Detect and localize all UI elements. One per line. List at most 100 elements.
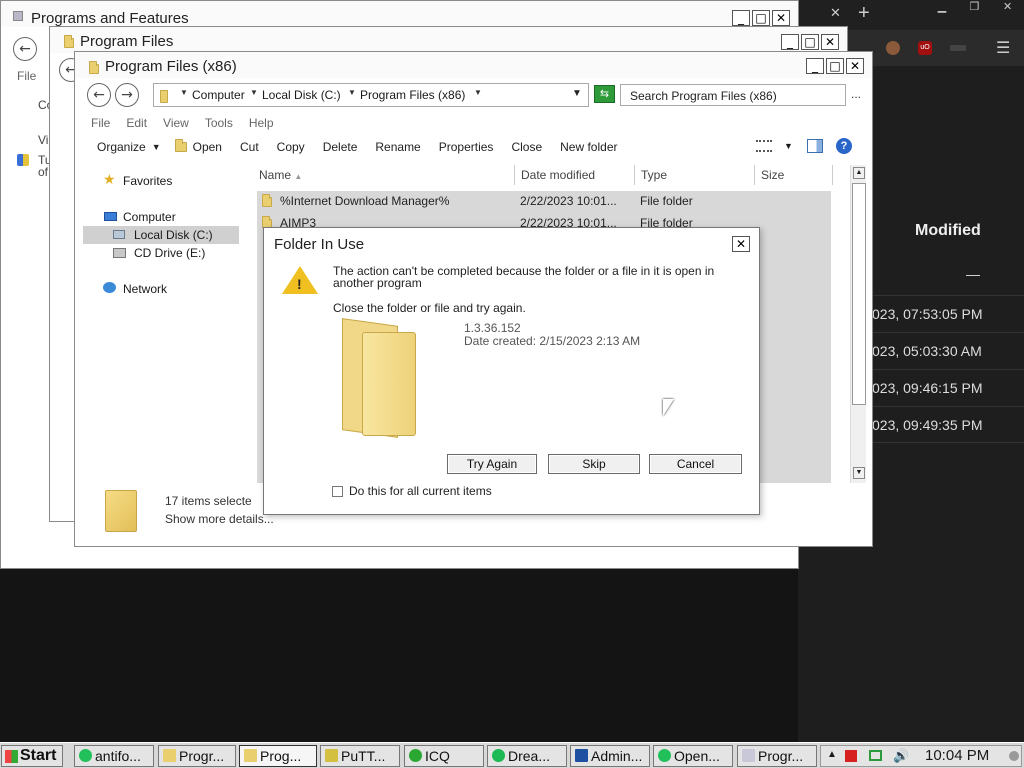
dialog-close-button[interactable]: ✕: [732, 236, 750, 252]
copy-button[interactable]: Copy: [277, 140, 305, 154]
maximize-button[interactable]: □: [752, 10, 770, 26]
column-header-size[interactable]: Size: [755, 165, 833, 185]
more-options-icon[interactable]: ...: [851, 87, 861, 101]
breadcrumb-chevron-icon[interactable]: ▼: [474, 88, 482, 97]
properties-button[interactable]: Properties: [439, 140, 494, 154]
taskbar-item-programs[interactable]: Progr...: [158, 745, 236, 767]
taskbar-item-spotify[interactable]: Drea...: [487, 745, 567, 767]
show-desktop-icon[interactable]: [1009, 751, 1019, 761]
delete-button[interactable]: Delete: [323, 140, 358, 154]
column-header-modified[interactable]: Modified: [915, 222, 981, 240]
preview-pane-icon[interactable]: [807, 139, 823, 153]
breadcrumb-chevron-icon[interactable]: ▼: [250, 88, 258, 97]
close-icon[interactable]: ✕: [1003, 0, 1012, 16]
table-row[interactable]: AIMP3 2/22/2023 10:01... File folder: [256, 212, 830, 228]
taskbar-item-putty[interactable]: PuTT...: [320, 745, 400, 767]
taskbar-item-program-files[interactable]: Prog...: [239, 745, 317, 767]
column-header-name[interactable]: Name ▲: [253, 165, 515, 185]
maximize-button[interactable]: □: [826, 58, 844, 74]
nav-local-disk[interactable]: Local Disk (C:): [83, 226, 239, 244]
column-header-type[interactable]: Type: [635, 165, 755, 185]
maximize-icon[interactable]: ❐: [970, 0, 980, 16]
open-folder-icon: [174, 139, 187, 152]
taskbar-item-antifo[interactable]: antifo...: [74, 745, 154, 767]
organize-dropdown-icon[interactable]: ▼: [152, 142, 161, 152]
help-icon[interactable]: ?: [836, 138, 852, 154]
menu-file[interactable]: File: [91, 116, 110, 130]
scroll-thumb[interactable]: [852, 183, 866, 405]
vertical-scrollbar[interactable]: ▲ ▼: [850, 165, 866, 483]
scroll-up-icon[interactable]: ▲: [853, 167, 865, 179]
network-tray-icon[interactable]: [869, 750, 882, 761]
folder-icon: [262, 194, 272, 207]
breadcrumb-chevron-icon[interactable]: ▼: [180, 88, 188, 97]
volume-icon[interactable]: 🔊: [893, 749, 909, 764]
close-tab-icon[interactable]: ✕: [830, 6, 841, 21]
status-more-details[interactable]: Show more details...: [165, 512, 274, 526]
breadcrumb-local-disk[interactable]: Local Disk (C:): [262, 88, 341, 102]
open-button[interactable]: Open: [193, 140, 222, 154]
menu-view[interactable]: View: [163, 116, 189, 130]
menu-help[interactable]: Help: [249, 116, 274, 130]
forward-icon[interactable]: →: [115, 83, 139, 107]
refresh-icon[interactable]: ⇆: [594, 85, 615, 103]
breadcrumb-program-files-x86[interactable]: Program Files (x86): [360, 88, 465, 102]
view-dropdown-icon[interactable]: ▼: [784, 141, 793, 151]
close-button[interactable]: ✕: [846, 58, 864, 74]
ublock-icon[interactable]: uO: [918, 41, 932, 55]
nav-computer[interactable]: Computer: [123, 210, 176, 224]
action-center-flag-icon[interactable]: [845, 750, 857, 762]
view-options-icon[interactable]: [756, 140, 772, 152]
tray-area: ▲ 🔊 10:04 PM: [820, 745, 1022, 767]
maximize-button[interactable]: □: [801, 34, 819, 50]
close-button[interactable]: ✕: [821, 34, 839, 50]
extension-icon[interactable]: [950, 45, 966, 51]
nav-network[interactable]: Network: [123, 282, 167, 296]
nav-cd-drive[interactable]: CD Drive (E:): [134, 246, 205, 260]
back-icon[interactable]: ←: [13, 37, 37, 61]
column-header-date[interactable]: Date modified: [515, 165, 635, 185]
cancel-button[interactable]: Cancel: [649, 454, 742, 474]
skip-button[interactable]: Skip: [548, 454, 640, 474]
start-button[interactable]: Start: [1, 745, 63, 767]
search-input[interactable]: Search Program Files (x86): [620, 84, 846, 106]
breadcrumb-computer[interactable]: Computer: [192, 88, 245, 102]
nav-favorites[interactable]: Favorites: [123, 174, 172, 188]
tray-expand-icon[interactable]: ▲: [827, 749, 837, 760]
taskbar-item-programs-features[interactable]: Progr...: [737, 745, 817, 767]
minimize-button[interactable]: _: [732, 10, 750, 26]
profile-avatar-icon[interactable]: [886, 41, 900, 55]
window-controls: ▁ ❐ ✕: [926, 0, 1024, 16]
organize-button[interactable]: Organize: [97, 140, 146, 154]
address-bar[interactable]: ▼ Computer ▼ Local Disk (C:) ▼ Program F…: [153, 83, 589, 107]
taskbar-item-open[interactable]: Open...: [653, 745, 733, 767]
menu-bar: File Edit View Tools Help: [91, 116, 290, 130]
minimize-button[interactable]: _: [781, 34, 799, 50]
folder-in-use-dialog: Folder In Use ✕ ! The action can't be co…: [263, 227, 760, 515]
menu-tools[interactable]: Tools: [205, 116, 233, 130]
rename-button[interactable]: Rename: [375, 140, 420, 154]
minimize-button[interactable]: _: [806, 58, 824, 74]
menu-edit[interactable]: Edit: [126, 116, 147, 130]
minimize-icon[interactable]: ▁: [938, 0, 946, 16]
clock[interactable]: 10:04 PM: [925, 747, 989, 764]
menu-file[interactable]: File: [17, 69, 36, 83]
cut-button[interactable]: Cut: [240, 140, 259, 154]
taskbar-item-admin[interactable]: Admin...: [570, 745, 650, 767]
breadcrumb-chevron-icon[interactable]: ▼: [348, 88, 356, 97]
apply-all-label[interactable]: Do this for all current items: [349, 484, 492, 498]
table-row[interactable]: %Internet Download Manager% 2/22/2023 10…: [256, 190, 830, 212]
back-icon[interactable]: ←: [87, 83, 111, 107]
browser-menu-icon[interactable]: ☰: [996, 38, 1010, 57]
putty-icon: [325, 749, 338, 762]
close-button[interactable]: ✕: [772, 10, 790, 26]
close-button[interactable]: Close: [511, 140, 542, 154]
new-folder-button[interactable]: New folder: [560, 140, 617, 154]
scroll-down-icon[interactable]: ▼: [853, 467, 865, 479]
apply-all-checkbox[interactable]: [332, 486, 343, 497]
new-tab-button[interactable]: +: [858, 2, 870, 25]
window-title: Programs and Features: [31, 10, 189, 27]
taskbar-item-icq[interactable]: ICQ: [404, 745, 484, 767]
try-again-button[interactable]: Try Again: [447, 454, 537, 474]
address-dropdown-icon[interactable]: ▼: [572, 88, 582, 99]
